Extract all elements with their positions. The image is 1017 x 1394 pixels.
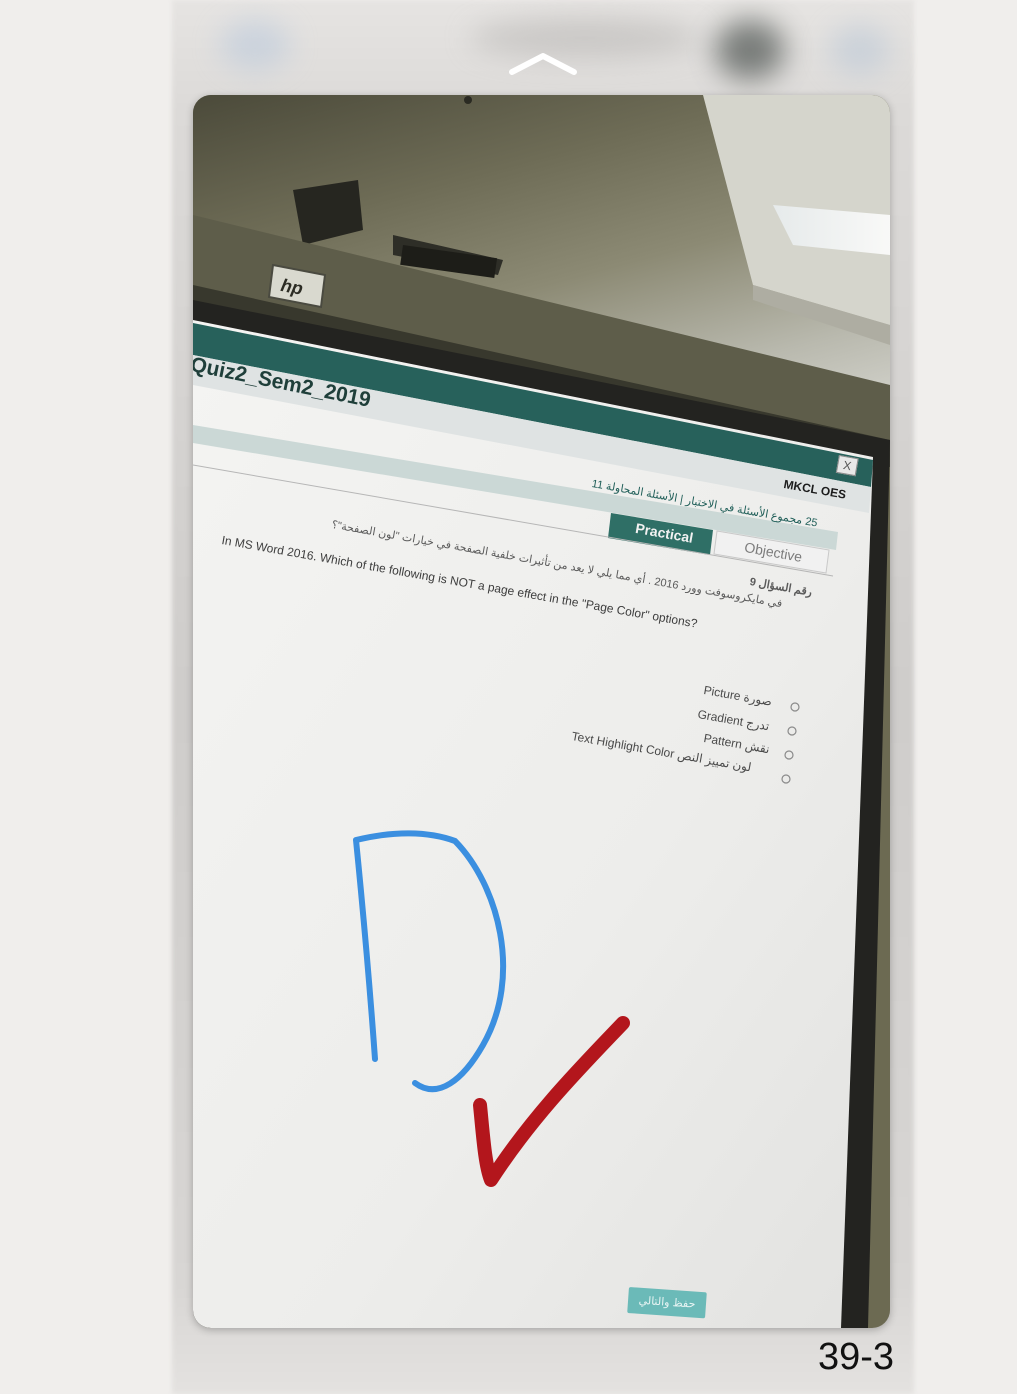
quiz-photo: hp Quiz2_Sem2_2019 X MKCL OES 25 مجموع ا…: [193, 95, 890, 1328]
blur-blob: [715, 20, 785, 80]
page-label: 39-3: [818, 1336, 895, 1378]
photo-viewer: hp Quiz2_Sem2_2019 X MKCL OES 25 مجموع ا…: [0, 0, 1017, 1394]
save-next-button[interactable]: حفظ والتالي: [627, 1287, 707, 1319]
blur-blob: [470, 18, 700, 58]
chevron-up-icon[interactable]: [508, 48, 578, 78]
close-icon[interactable]: X: [835, 455, 859, 477]
blur-blob: [830, 25, 890, 75]
hp-logo: hp: [279, 275, 305, 299]
blur-blob: [220, 20, 290, 70]
